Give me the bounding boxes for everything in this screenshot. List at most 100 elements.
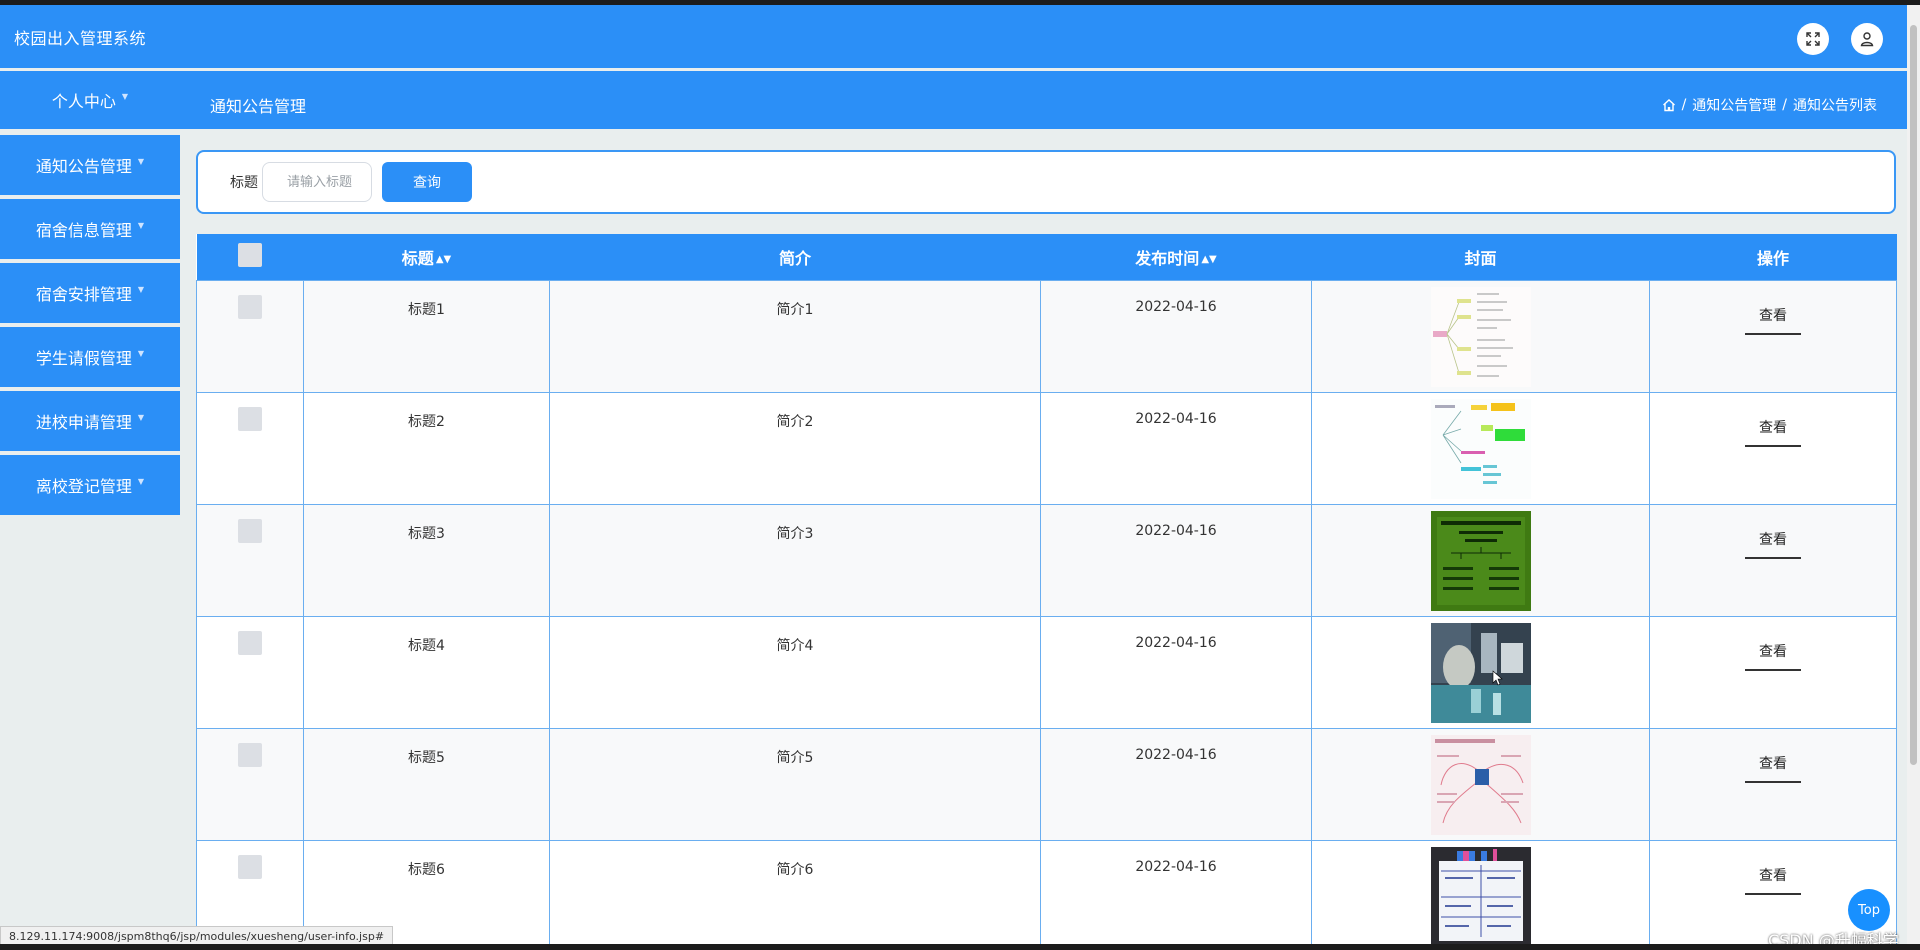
chevron-down-icon: ▼ <box>137 156 145 166</box>
sidebar: 个人中心 ▼ 通知公告管理 ▼ 宿舍信息管理 ▼ 宿舍安排管理 ▼ 学生请假管理 ▼ 进校… <box>0 71 180 519</box>
row-checkbox[interactable] <box>238 854 262 879</box>
sidebar-item-leave[interactable]: 学生请假管理 ▼ <box>0 327 180 387</box>
row-select-cell <box>196 615 304 729</box>
action-cell: 查看 <box>1649 391 1897 505</box>
select-all-cell <box>196 234 304 280</box>
cover-image <box>1430 734 1531 835</box>
app-title: 校园出入管理系统 <box>14 28 147 48</box>
table-row: 标题2 简介2 2022-04-16 查看 <box>196 391 1897 505</box>
view-button[interactable]: 查看 <box>1745 859 1801 895</box>
breadcrumb-separator: / <box>1782 97 1787 113</box>
date-cell: 2022-04-16 <box>1040 503 1312 617</box>
chevron-down-icon: ▼ <box>121 91 129 101</box>
date-cell: 2022-04-16 <box>1040 615 1312 729</box>
date-cell: 2022-04-16 <box>1040 279 1312 393</box>
notice-table: 标题 ▲▼ 简介 发布时间 ▲▼ 封面 操作 标题1 简介1 2022-04-16 <box>196 234 1897 944</box>
column-header-label: 操作 <box>1756 248 1789 268</box>
view-button[interactable]: 查看 <box>1745 411 1801 447</box>
row-checkbox[interactable] <box>238 742 262 767</box>
cover-image <box>1430 398 1531 499</box>
breadcrumb-item[interactable]: 通知公告管理 <box>1692 95 1776 115</box>
view-button[interactable]: 查看 <box>1745 747 1801 783</box>
sort-icon[interactable]: ▲▼ <box>1201 254 1216 265</box>
date-cell: 2022-04-16 <box>1040 727 1312 841</box>
breadcrumb-item-current: 通知公告列表 <box>1793 98 1877 114</box>
title-cell: 标题4 <box>303 615 550 729</box>
table-row: 标题3 简介3 2022-04-16 查看 <box>196 503 1897 617</box>
sidebar-item-dorm-arrange[interactable]: 宿舍安排管理 ▼ <box>0 263 180 323</box>
chevron-down-icon: ▼ <box>137 476 145 486</box>
cover-cell <box>1311 727 1650 841</box>
select-all-checkbox[interactable] <box>238 242 262 267</box>
cover-image <box>1430 622 1531 723</box>
fullscreen-button[interactable] <box>1797 23 1829 55</box>
chevron-down-icon: ▼ <box>137 220 145 230</box>
page-header: 通知公告管理 / 通知公告管理 / 通知公告列表 <box>180 71 1907 129</box>
row-checkbox[interactable] <box>238 406 262 431</box>
top-header: 校园出入管理系统 <box>0 5 1907 68</box>
view-button[interactable]: 查看 <box>1745 299 1801 335</box>
scrollbar-thumb[interactable] <box>1910 25 1917 765</box>
row-checkbox[interactable] <box>238 294 262 319</box>
column-header-date[interactable]: 发布时间 ▲▼ <box>1040 234 1312 280</box>
search-panel: 标题 查询 <box>196 150 1896 214</box>
page-title: 通知公告管理 <box>210 97 307 116</box>
action-cell: 查看 <box>1649 615 1897 729</box>
sidebar-item-entry-apply[interactable]: 进校申请管理 ▼ <box>0 391 180 451</box>
sidebar-item-label: 宿舍信息管理 <box>35 221 132 240</box>
view-button[interactable]: 查看 <box>1745 635 1801 671</box>
sidebar-item-dorm-info[interactable]: 宿舍信息管理 ▼ <box>0 199 180 259</box>
sidebar-item-label: 进校申请管理 <box>35 413 132 432</box>
search-button[interactable]: 查询 <box>382 162 472 202</box>
column-header-label: 封面 <box>1464 248 1497 268</box>
title-cell: 标题2 <box>303 391 550 505</box>
intro-cell: 简介3 <box>549 503 1041 617</box>
sidebar-item-notice[interactable]: 通知公告管理 ▼ <box>0 135 180 195</box>
date-cell: 2022-04-16 <box>1040 839 1312 944</box>
chevron-down-icon: ▼ <box>137 284 145 294</box>
title-cell: 标题5 <box>303 727 550 841</box>
sidebar-item-label: 个人中心 <box>51 92 116 111</box>
watermark: CSDN @升幅科学 <box>1768 931 1899 944</box>
user-icon <box>1860 32 1874 47</box>
cover-cell <box>1311 503 1650 617</box>
sidebar-item-label: 通知公告管理 <box>35 157 132 176</box>
table-row: 标题4 简介4 2022-04-16 查看 <box>196 615 1897 729</box>
row-checkbox[interactable] <box>238 518 262 543</box>
sidebar-item-label: 宿舍安排管理 <box>35 285 132 304</box>
table-header-row: 标题 ▲▼ 简介 发布时间 ▲▼ 封面 操作 <box>196 234 1897 280</box>
cover-image <box>1430 846 1531 944</box>
cover-cell <box>1311 839 1650 944</box>
breadcrumb-separator: / <box>1681 97 1687 113</box>
app-window: 校园出入管理系统 个人中心 ▼ 通知公告管理 ▼ 宿舍信息管理 ▼ 宿舍安排管理… <box>0 5 1907 944</box>
action-cell: 查看 <box>1649 727 1897 841</box>
row-select-cell <box>196 279 304 393</box>
column-header-label: 发布时间 <box>1135 248 1200 268</box>
intro-cell: 简介6 <box>549 839 1041 944</box>
table-row: 标题6 简介6 2022-04-16 查看 <box>196 839 1897 944</box>
page-scrollbar[interactable] <box>1907 5 1920 944</box>
sort-icon[interactable]: ▲▼ <box>436 254 451 265</box>
column-header-label: 简介 <box>778 248 811 268</box>
row-checkbox[interactable] <box>238 630 262 655</box>
action-cell: 查看 <box>1649 503 1897 617</box>
search-label: 标题 <box>230 175 258 191</box>
search-input[interactable] <box>262 162 372 202</box>
user-button[interactable] <box>1851 23 1883 55</box>
intro-cell: 简介4 <box>549 615 1041 729</box>
back-to-top-button[interactable]: Top <box>1848 889 1890 931</box>
row-select-cell <box>196 391 304 505</box>
row-select-cell <box>196 503 304 617</box>
sidebar-item-label: 离校登记管理 <box>35 477 132 496</box>
action-cell: 查看 <box>1649 279 1897 393</box>
column-header-action: 操作 <box>1649 234 1897 280</box>
column-header-title[interactable]: 标题 ▲▼ <box>303 234 550 280</box>
sidebar-item-departure[interactable]: 离校登记管理 ▼ <box>0 455 180 515</box>
chevron-down-icon: ▼ <box>137 412 145 422</box>
sidebar-item-personal-center[interactable]: 个人中心 ▼ <box>0 71 180 129</box>
sidebar-item-label: 学生请假管理 <box>35 349 132 368</box>
view-button[interactable]: 查看 <box>1745 523 1801 559</box>
home-icon[interactable] <box>1662 98 1676 112</box>
cover-image <box>1430 510 1531 611</box>
title-cell: 标题3 <box>303 503 550 617</box>
